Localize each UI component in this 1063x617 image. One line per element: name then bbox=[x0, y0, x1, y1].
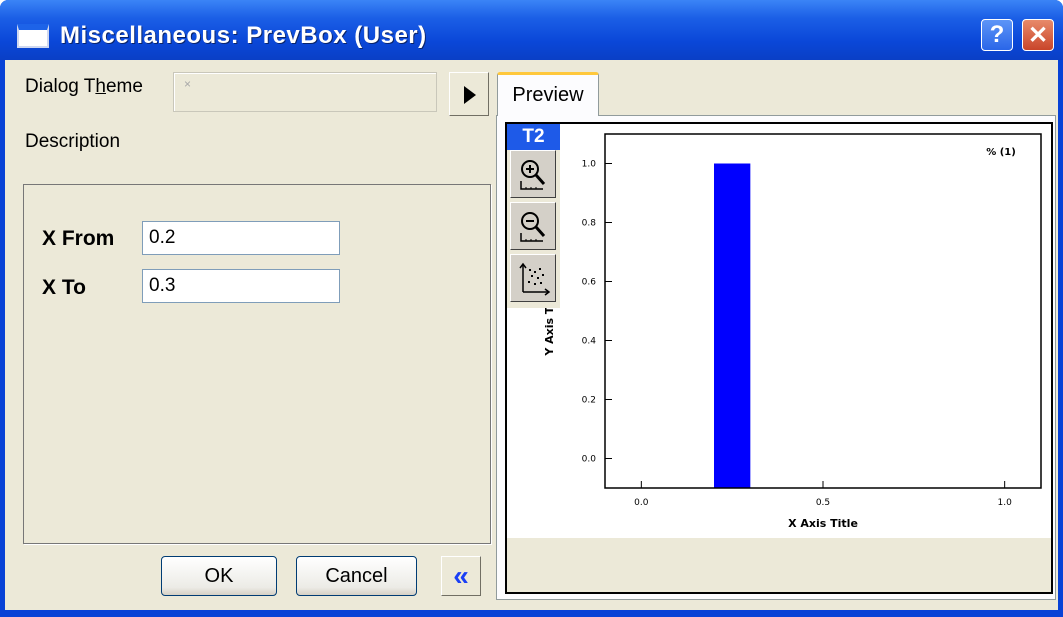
x-from-label: X From bbox=[42, 227, 115, 250]
x-to-input[interactable] bbox=[142, 269, 340, 303]
y-tick-label: 0.4 bbox=[582, 337, 597, 347]
zoom-in-icon bbox=[520, 160, 546, 190]
legend-entry: % (1) bbox=[986, 147, 1016, 158]
x-tick-label: 0.5 bbox=[816, 498, 830, 508]
zoom-out-button[interactable] bbox=[510, 202, 556, 250]
preview-tab-panel: 0.0 0.5 1.0 0.0 0.2 0.4 0.6 0.8 1.0 X Axis Title Y… bbox=[496, 115, 1056, 600]
ok-button[interactable]: OK bbox=[161, 556, 277, 596]
help-button[interactable]: ? bbox=[981, 19, 1013, 51]
x-from-input[interactable] bbox=[142, 221, 340, 255]
x-to-label: X To bbox=[42, 276, 86, 299]
rescale-button[interactable] bbox=[510, 254, 556, 302]
title-bar[interactable]: Miscellaneous: PrevBox (User) ? ✕ bbox=[0, 0, 1063, 60]
dialog-window: Miscellaneous: PrevBox (User) ? ✕ Dialog… bbox=[0, 0, 1063, 617]
tab-preview[interactable]: Preview bbox=[497, 72, 599, 116]
x-tick-label: 0.0 bbox=[634, 498, 649, 508]
y-tick-label: 0.6 bbox=[582, 278, 597, 288]
y-tick-label: 0.2 bbox=[582, 396, 596, 406]
dialog-theme-label: Dialog Theme bbox=[25, 76, 143, 97]
preview-graph-frame: 0.0 0.5 1.0 0.0 0.2 0.4 0.6 0.8 1.0 X Axis Title Y… bbox=[505, 122, 1053, 594]
window-title: Miscellaneous: PrevBox (User) bbox=[60, 22, 427, 49]
layer-badge-t2[interactable]: T2 bbox=[507, 124, 560, 150]
cancel-button[interactable]: Cancel bbox=[296, 556, 417, 596]
preview-plot: 0.0 0.5 1.00.00.20.40.60.81.0X Axis TitleY… bbox=[543, 133, 1042, 530]
dialog-client-area: Dialog Theme × Description X From X To O… bbox=[5, 60, 1058, 610]
dialog-theme-combobox[interactable]: × bbox=[173, 72, 437, 112]
rescale-icon bbox=[519, 262, 551, 296]
theme-menu-arrow-button[interactable] bbox=[449, 72, 489, 116]
y-tick-label: 0.8 bbox=[582, 219, 597, 229]
zoom-in-button[interactable] bbox=[510, 150, 556, 198]
description-label: Description bbox=[25, 131, 121, 152]
series-0-fill bbox=[714, 163, 751, 488]
dialog-theme-value: × bbox=[184, 77, 192, 91]
graph-tool-strip bbox=[507, 150, 560, 308]
zoom-out-icon bbox=[520, 212, 546, 242]
graph-page[interactable]: 0.0 0.5 1.0 0.0 0.2 0.4 0.6 0.8 1.0 X Axis Title Y… bbox=[507, 124, 1051, 538]
collapse-preview-button[interactable]: « bbox=[441, 556, 481, 596]
close-button[interactable]: ✕ bbox=[1022, 19, 1054, 51]
x-tick-label: 1.0 bbox=[998, 498, 1013, 508]
y-tick-label: 1.0 bbox=[582, 160, 597, 170]
y-tick-label: 0.0 bbox=[582, 455, 597, 465]
window-icon bbox=[17, 24, 49, 48]
plot-frame bbox=[604, 133, 1042, 489]
settings-group-box: X From X To bbox=[23, 184, 491, 544]
x-axis-title: X Axis Title bbox=[788, 517, 858, 530]
